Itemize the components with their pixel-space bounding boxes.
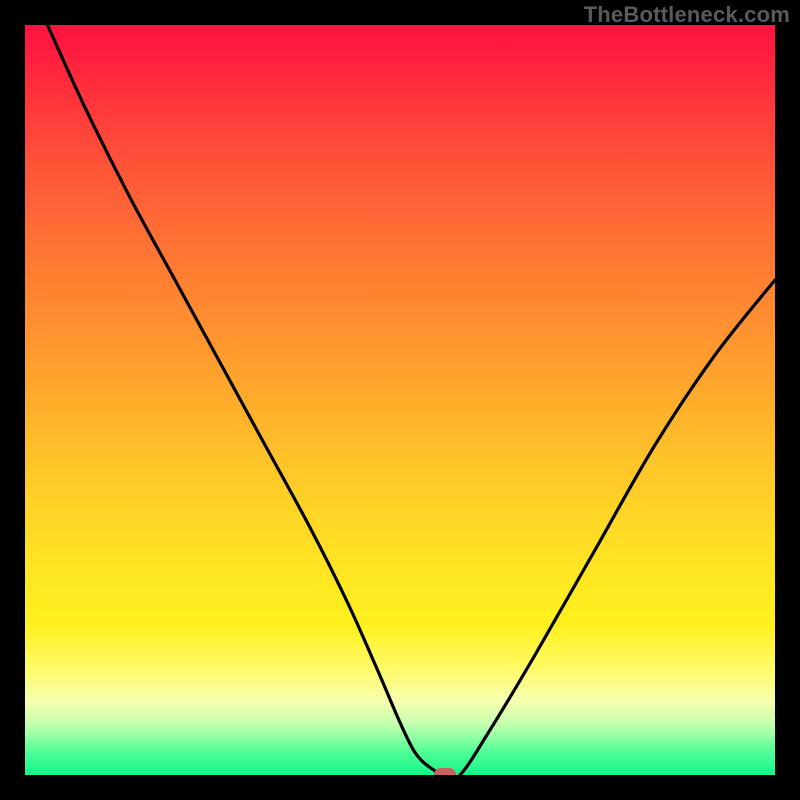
plot-area [25,25,775,775]
bottleneck-curve [25,25,775,775]
minimum-marker [434,768,456,775]
chart-frame: TheBottleneck.com [0,0,800,800]
watermark-label: TheBottleneck.com [584,2,790,28]
